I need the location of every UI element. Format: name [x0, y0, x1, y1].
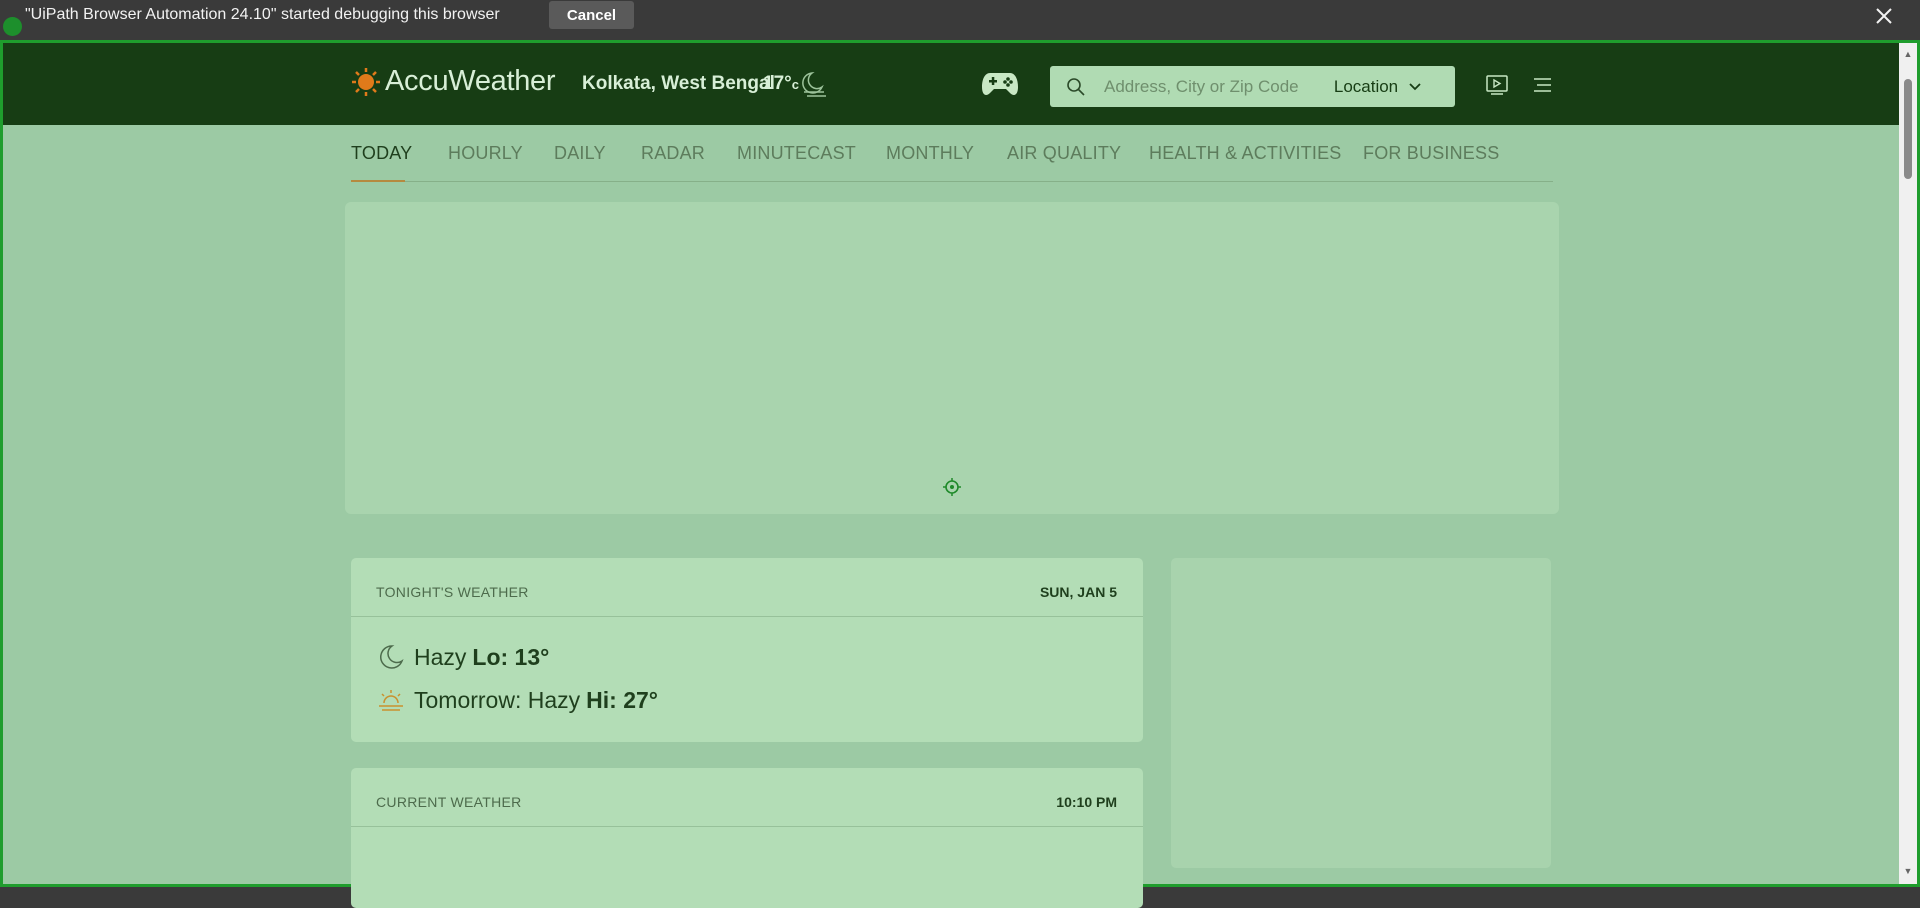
moon-icon	[376, 642, 406, 672]
tab-health-activities[interactable]: HEALTH & ACTIVITIES	[1149, 143, 1342, 164]
brand-name: AccuWeather	[385, 65, 556, 97]
vertical-scrollbar[interactable]: ▲ ▼	[1899, 43, 1917, 884]
current-temperature[interactable]: 17°c	[763, 73, 799, 95]
card-title: CURRENT WEATHER	[376, 794, 522, 810]
tonight-forecast-line: Hazy Lo: 13°	[376, 642, 549, 672]
accuweather-logo[interactable]: AccuWeather	[351, 65, 556, 98]
search-icon[interactable]	[1066, 77, 1086, 102]
tab-daily[interactable]: DAILY	[554, 143, 606, 164]
tab-hourly[interactable]: HOURLY	[448, 143, 523, 164]
uipath-badge-icon	[3, 17, 22, 36]
tab-air-quality[interactable]: AIR QUALITY	[1007, 143, 1121, 164]
tab-today[interactable]: TODAY	[351, 143, 412, 164]
scrollbar-thumb[interactable]	[1904, 79, 1912, 179]
location-dropdown-button[interactable]: Location	[1303, 71, 1453, 102]
tonight-condition: Hazy	[414, 643, 467, 670]
search-box: Location	[1050, 66, 1455, 107]
site-header: AccuWeather Kolkata, West Bengal 17°c Lo…	[3, 43, 1899, 125]
browser-viewport: ▲ ▼ AccuWeather Kolkata, West Bengal 17°	[0, 40, 1920, 908]
location-button-label: Location	[1333, 76, 1399, 96]
card-time: 10:10 PM	[1056, 794, 1117, 810]
crosshair-target-icon	[943, 478, 961, 501]
night-haze-icon	[798, 70, 828, 103]
current-location[interactable]: Kolkata, West Bengal	[582, 73, 775, 95]
current-weather-card[interactable]: CURRENT WEATHER 10:10 PM	[351, 768, 1143, 908]
tomorrow-condition: Tomorrow: Hazy	[414, 686, 581, 713]
ad-banner	[345, 202, 1559, 514]
tab-monthly[interactable]: MONTHLY	[886, 143, 974, 164]
debug-message: "UiPath Browser Automation 24.10" starte…	[25, 6, 500, 23]
card-header: TONIGHT'S WEATHER SUN, JAN 5	[351, 558, 1143, 617]
scroll-up-icon[interactable]: ▲	[1903, 49, 1913, 59]
side-ad-panel	[1171, 558, 1551, 868]
card-date: SUN, JAN 5	[1039, 584, 1117, 600]
chevron-down-icon	[1409, 82, 1421, 90]
tomorrow-forecast-line: Tomorrow: Hazy Hi: 27°	[376, 685, 658, 715]
cancel-debug-button[interactable]: Cancel	[549, 1, 634, 29]
tab-minutecast[interactable]: MINUTECAST	[737, 143, 856, 164]
subnav: TODAY HOURLY DAILY RADAR MINUTECAST MONT…	[351, 125, 1553, 182]
card-title: TONIGHT'S WEATHER	[376, 584, 529, 600]
tonight-weather-card[interactable]: TONIGHT'S WEATHER SUN, JAN 5 Hazy Lo: 13…	[351, 558, 1143, 742]
tab-radar[interactable]: RADAR	[641, 143, 705, 164]
active-tab-underline	[351, 180, 405, 182]
hazy-sun-icon	[376, 685, 406, 715]
tab-for-business[interactable]: FOR BUSINESS	[1363, 143, 1499, 164]
sun-logo-icon	[352, 67, 380, 96]
hamburger-menu-icon[interactable]	[1533, 77, 1553, 98]
tonight-low: Lo: 13°	[472, 643, 550, 670]
scroll-down-icon[interactable]: ▼	[1903, 866, 1913, 876]
debug-bar: "UiPath Browser Automation 24.10" starte…	[0, 0, 1920, 40]
tomorrow-high: Hi: 27°	[586, 686, 658, 713]
gamepad-icon[interactable]	[980, 67, 1020, 106]
card-header: CURRENT WEATHER 10:10 PM	[351, 768, 1143, 827]
close-icon[interactable]	[1870, 2, 1898, 30]
video-play-icon[interactable]	[1486, 75, 1508, 100]
temperature-value: 17°	[763, 73, 792, 94]
